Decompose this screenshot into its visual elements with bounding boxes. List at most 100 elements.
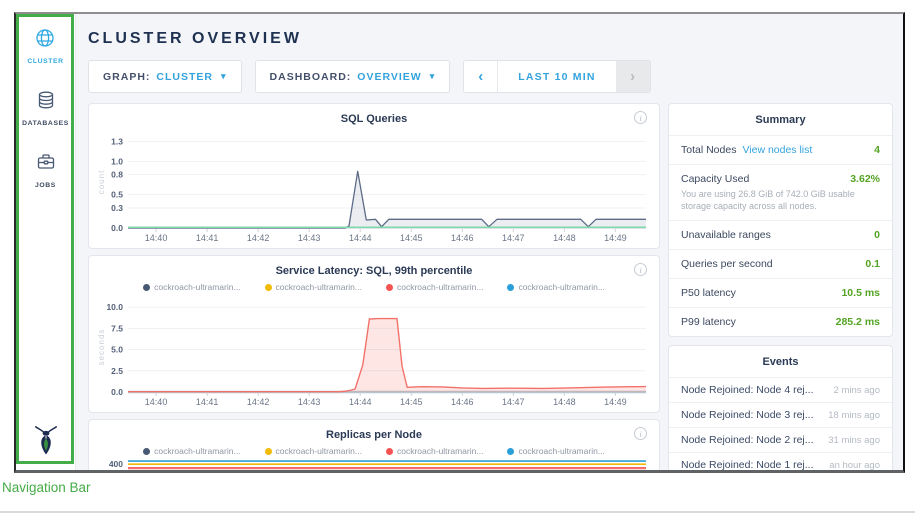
time-range-value[interactable]: LAST 10 MIN <box>498 61 615 92</box>
p50-value: 10.5 ms <box>841 287 880 299</box>
svg-text:0.0: 0.0 <box>111 223 123 233</box>
legend-label: cockroach-ultramarin... <box>276 446 362 456</box>
svg-text:14:43: 14:43 <box>298 233 321 243</box>
svg-text:5.0: 5.0 <box>111 345 123 355</box>
sql-queries-chart-card: SQL Queries i 0.00.30.50.81.01.314:4014:… <box>88 103 660 249</box>
navigation-bar-caption: Navigation Bar <box>2 480 91 495</box>
legend-item[interactable]: cockroach-ultramarin... <box>143 446 240 456</box>
dashboard-dropdown-value: OVERVIEW <box>357 71 421 83</box>
chart-plot: 400 <box>96 458 652 470</box>
briefcase-icon <box>35 151 57 178</box>
summary-row-p50: P50 latency 10.5 ms <box>669 278 892 307</box>
event-label: Node Rejoined: Node 1 rej... <box>681 459 814 470</box>
legend-dot-icon <box>386 284 393 291</box>
chart-title: SQL Queries <box>341 113 407 125</box>
summary-row-capacity: Capacity Used 3.62% You are using 26.8 G… <box>669 164 892 220</box>
globe-icon <box>34 27 56 54</box>
capacity-label: Capacity Used <box>681 173 749 185</box>
legend-label: cockroach-ultramarin... <box>154 446 240 456</box>
event-time: 2 mins ago <box>834 385 880 396</box>
time-range-selector: ‹ LAST 10 MIN › <box>463 60 650 93</box>
svg-text:14:42: 14:42 <box>247 397 270 407</box>
legend-dot-icon <box>507 448 514 455</box>
legend-item[interactable]: cockroach-ultramarin... <box>265 282 362 292</box>
time-range-next-button[interactable]: › <box>616 61 650 92</box>
info-icon[interactable]: i <box>634 427 647 440</box>
svg-text:2.5: 2.5 <box>111 366 123 376</box>
sidebar-item-databases[interactable]: DATABASES <box>22 89 69 127</box>
p50-label: P50 latency <box>681 287 736 299</box>
legend-item[interactable]: cockroach-ultramarin... <box>386 446 483 456</box>
svg-text:seconds: seconds <box>97 329 106 366</box>
svg-text:14:47: 14:47 <box>502 397 525 407</box>
chart-title: Service Latency: SQL, 99th percentile <box>276 265 473 277</box>
summary-row-p99: P99 latency 285.2 ms <box>669 307 892 336</box>
info-icon[interactable]: i <box>634 263 647 276</box>
legend-label: cockroach-ultramarin... <box>518 282 604 292</box>
event-time: 18 mins ago <box>828 410 880 421</box>
legend-label: cockroach-ultramarin... <box>518 446 604 456</box>
graph-dropdown[interactable]: GRAPH: CLUSTER ▾ <box>88 60 242 93</box>
chevron-down-icon: ▾ <box>430 71 436 82</box>
sidebar-item-jobs[interactable]: JOBS <box>35 151 57 189</box>
view-nodes-list-link[interactable]: View nodes list <box>742 144 812 156</box>
navigation-bar-annotation-box <box>16 14 74 464</box>
legend-dot-icon <box>265 284 272 291</box>
svg-text:14:45: 14:45 <box>400 397 423 407</box>
legend-dot-icon <box>386 448 393 455</box>
sidebar-item-label: JOBS <box>35 182 56 189</box>
legend-item[interactable]: cockroach-ultramarin... <box>386 282 483 292</box>
legend-item[interactable]: cockroach-ultramarin... <box>507 282 604 292</box>
unavailable-ranges-value: 0 <box>874 229 880 241</box>
legend-dot-icon <box>507 284 514 291</box>
total-nodes-value: 4 <box>874 144 880 156</box>
sidebar-item-cluster[interactable]: CLUSTER <box>27 27 63 65</box>
legend-item[interactable]: cockroach-ultramarin... <box>507 446 604 456</box>
events-title: Events <box>669 346 892 377</box>
svg-text:14:47: 14:47 <box>502 233 525 243</box>
qps-value: 0.1 <box>865 258 880 270</box>
summary-title: Summary <box>669 104 892 135</box>
event-label: Node Rejoined: Node 2 rej... <box>681 434 814 446</box>
legend-item[interactable]: cockroach-ultramarin... <box>143 282 240 292</box>
summary-row-qps: Queries per second 0.1 <box>669 249 892 278</box>
svg-text:1.3: 1.3 <box>111 136 123 146</box>
legend-label: cockroach-ultramarin... <box>276 282 362 292</box>
chart-legend: cockroach-ultramarin... cockroach-ultrama… <box>93 444 655 458</box>
dashboard-dropdown[interactable]: DASHBOARD: OVERVIEW ▾ <box>255 60 451 93</box>
navigation-sidebar: CLUSTER DATABASES <box>16 14 76 470</box>
chart-plot: 0.00.30.50.81.01.314:4014:4114:4214:4314… <box>96 128 652 246</box>
qps-label: Queries per second <box>681 258 773 270</box>
svg-text:14:48: 14:48 <box>553 233 576 243</box>
svg-text:14:43: 14:43 <box>298 397 321 407</box>
legend-item[interactable]: cockroach-ultramarin... <box>265 446 362 456</box>
svg-text:14:42: 14:42 <box>247 233 270 243</box>
legend-label: cockroach-ultramarin... <box>154 282 240 292</box>
legend-dot-icon <box>265 448 272 455</box>
right-column: Summary Total Nodes View nodes list 4 Ca… <box>668 103 893 470</box>
chart-title: Replicas per Node <box>326 429 422 441</box>
legend-dot-icon <box>143 448 150 455</box>
page-title: CLUSTER OVERVIEW <box>88 30 893 48</box>
summary-row-total-nodes: Total Nodes View nodes list 4 <box>669 135 892 164</box>
event-row: Node Rejoined: Node 2 rej... 31 mins ago <box>669 427 892 452</box>
svg-text:1.0: 1.0 <box>111 156 123 166</box>
service-latency-chart-card: Service Latency: SQL, 99th percentile i … <box>88 255 660 413</box>
event-label: Node Rejoined: Node 4 rej... <box>681 384 814 396</box>
svg-text:0.8: 0.8 <box>111 170 123 180</box>
time-range-prev-button[interactable]: ‹ <box>464 61 498 92</box>
legend-label: cockroach-ultramarin... <box>397 446 483 456</box>
capacity-value: 3.62% <box>850 173 880 185</box>
summary-panel: Summary Total Nodes View nodes list 4 Ca… <box>668 103 893 337</box>
main-content: CLUSTER OVERVIEW GRAPH: CLUSTER ▾ DASHBO… <box>76 14 903 470</box>
svg-text:10.0: 10.0 <box>106 302 123 312</box>
svg-text:14:48: 14:48 <box>553 397 576 407</box>
dashboard-dropdown-label: DASHBOARD: <box>270 71 352 83</box>
capacity-description: You are using 26.8 GiB of 742.0 GiB usab… <box>681 188 880 212</box>
chevron-down-icon: ▾ <box>221 71 227 82</box>
legend-dot-icon <box>143 284 150 291</box>
svg-text:14:49: 14:49 <box>604 233 627 243</box>
info-icon[interactable]: i <box>634 111 647 124</box>
svg-text:14:46: 14:46 <box>451 233 474 243</box>
chart-plot: 0.02.55.07.510.014:4014:4114:4214:4314:4… <box>96 294 652 410</box>
